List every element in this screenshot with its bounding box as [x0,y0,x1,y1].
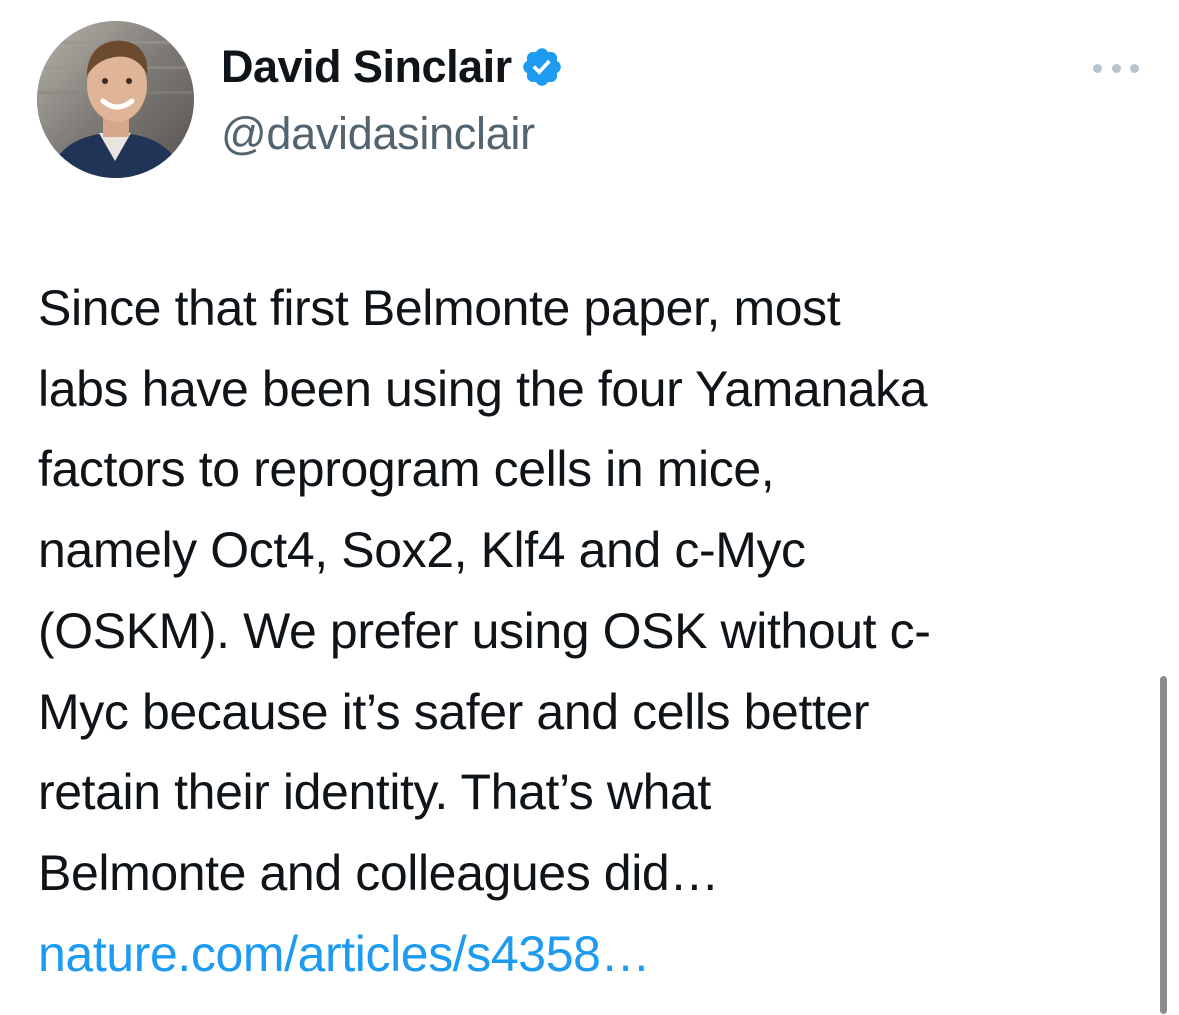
tweet-text-line: (OSKM). We prefer using OSK without c- [38,602,931,659]
tweet-text-line: Since that first Belmonte paper, most [38,280,841,336]
article-link[interactable]: nature.com/articles/s4358… [38,926,651,982]
scrollbar-thumb[interactable] [1160,676,1167,1014]
tweet-text-line: factors to reprogram cells in mice, [38,441,775,498]
avatar[interactable] [37,21,194,178]
tweet-text-line: labs have been using the four Yamanaka [38,360,928,417]
more-dot [1111,63,1121,73]
author-handle[interactable]: @davidasinclair [221,108,535,160]
tweet: David Sinclair @davidasinclair Since tha… [0,0,1179,1015]
tweet-text-line: Myc because it’s safer and cells better [38,683,870,740]
tweet-text-line: namely Oct4, Sox2, Klf4 and c-Myc [38,522,806,579]
author-name-row[interactable]: David Sinclair [221,40,564,94]
more-dot [1093,63,1102,73]
more-dot [1130,63,1139,73]
tweet-text-line: retain their identity. That’s what [38,764,711,821]
verified-badge-icon [520,45,564,89]
avatar-photo [37,21,194,178]
more-horizontal-icon[interactable] [1093,58,1139,78]
author-display-name[interactable]: David Sinclair [221,41,512,93]
tweet-text: Since that first Belmonte paper, most la… [38,268,1138,994]
tweet-text-line: Belmonte and colleagues did… [38,844,719,901]
